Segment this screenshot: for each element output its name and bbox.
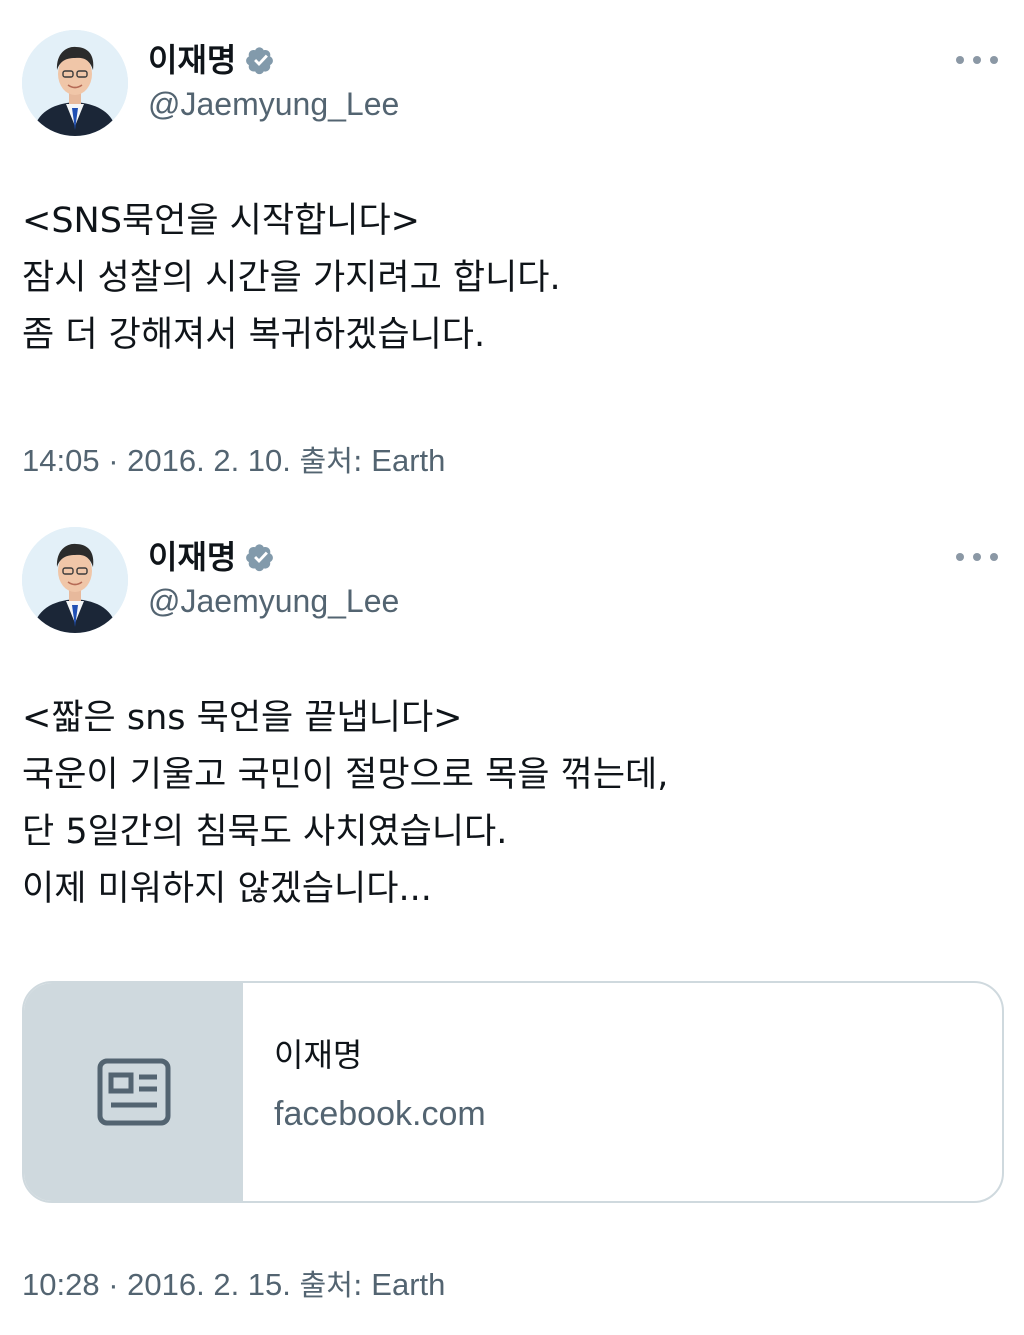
tweet-2[interactable]: 이재명 @Jaemyung_Lee <짧은 sns 묵언을 끝냅니다> 국운이 …: [0, 497, 1024, 1335]
tweet-text-line: 단 5일간의 침묵도 사치였습니다.: [22, 812, 508, 852]
tweet-text: <SNS묵언을 시작합니다> 잠시 성찰의 시간을 가지려고 합니다. 좀 더 …: [22, 193, 1002, 364]
profile-photo: [22, 527, 128, 633]
avatar[interactable]: [22, 527, 128, 633]
tweet-1[interactable]: 이재명 @Jaemyung_Lee <SNS묵언을 시작합니다> 잠시 성찰의 …: [0, 0, 1024, 497]
avatar[interactable]: [22, 30, 128, 136]
verified-badge-icon[interactable]: [244, 540, 278, 574]
profile-photo: [22, 30, 128, 136]
author-handle[interactable]: @Jaemyung_Lee: [148, 581, 399, 621]
tweet-timestamp: 10:28 · 2016. 2. 15. 출처: Earth: [22, 1265, 445, 1305]
more-horizontal-icon[interactable]: [956, 545, 998, 569]
tweet-text-line: 국운이 기울고 국민이 절망으로 목을 꺾는데,: [22, 755, 669, 795]
author-handle[interactable]: @Jaemyung_Lee: [148, 84, 399, 124]
source-label: 출처:: [299, 444, 363, 478]
tweet-text: <짧은 sns 묵언을 끝냅니다> 국운이 기울고 국민이 절망으로 목을 꺾는…: [22, 690, 1002, 918]
tweet-text-line: <SNS묵언을 시작합니다>: [22, 201, 420, 241]
card-thumbnail: [24, 983, 243, 1201]
source-label: 출처:: [299, 1268, 363, 1302]
author-name-row: 이재명: [148, 535, 278, 579]
tweet-text-line: 잠시 성찰의 시간을 가지려고 합니다.: [22, 258, 561, 298]
tweet-date[interactable]: 2016. 2. 15.: [127, 1267, 291, 1302]
card-title: 이재명: [274, 1036, 363, 1074]
tweet-text-line: <짧은 sns 묵언을 끝냅니다>: [22, 698, 463, 738]
author-display-name[interactable]: 이재명: [148, 535, 236, 579]
author-name-row: 이재명: [148, 38, 278, 82]
tweet-source: Earth: [371, 1267, 446, 1302]
author-display-name[interactable]: 이재명: [148, 38, 236, 82]
tweet-source: Earth: [371, 443, 446, 478]
tweet-timestamp: 14:05 · 2016. 2. 10. 출처: Earth: [22, 441, 445, 481]
separator-dot: ·: [108, 443, 128, 478]
article-icon: [97, 1058, 170, 1126]
verified-badge-icon[interactable]: [244, 43, 278, 77]
link-preview-card[interactable]: 이재명 facebook.com: [22, 981, 1004, 1203]
separator-dot: ·: [108, 1267, 128, 1302]
tweet-time[interactable]: 10:28: [22, 1267, 100, 1302]
card-domain: facebook.com: [274, 1095, 486, 1133]
tweet-text-line: 좀 더 강해져서 복귀하겠습니다.: [22, 315, 486, 355]
tweet-date[interactable]: 2016. 2. 10.: [127, 443, 291, 478]
tweet-text-line: 이제 미워하지 않겠습니다...: [22, 869, 432, 909]
more-horizontal-icon[interactable]: [956, 48, 998, 72]
tweet-time[interactable]: 14:05: [22, 443, 100, 478]
